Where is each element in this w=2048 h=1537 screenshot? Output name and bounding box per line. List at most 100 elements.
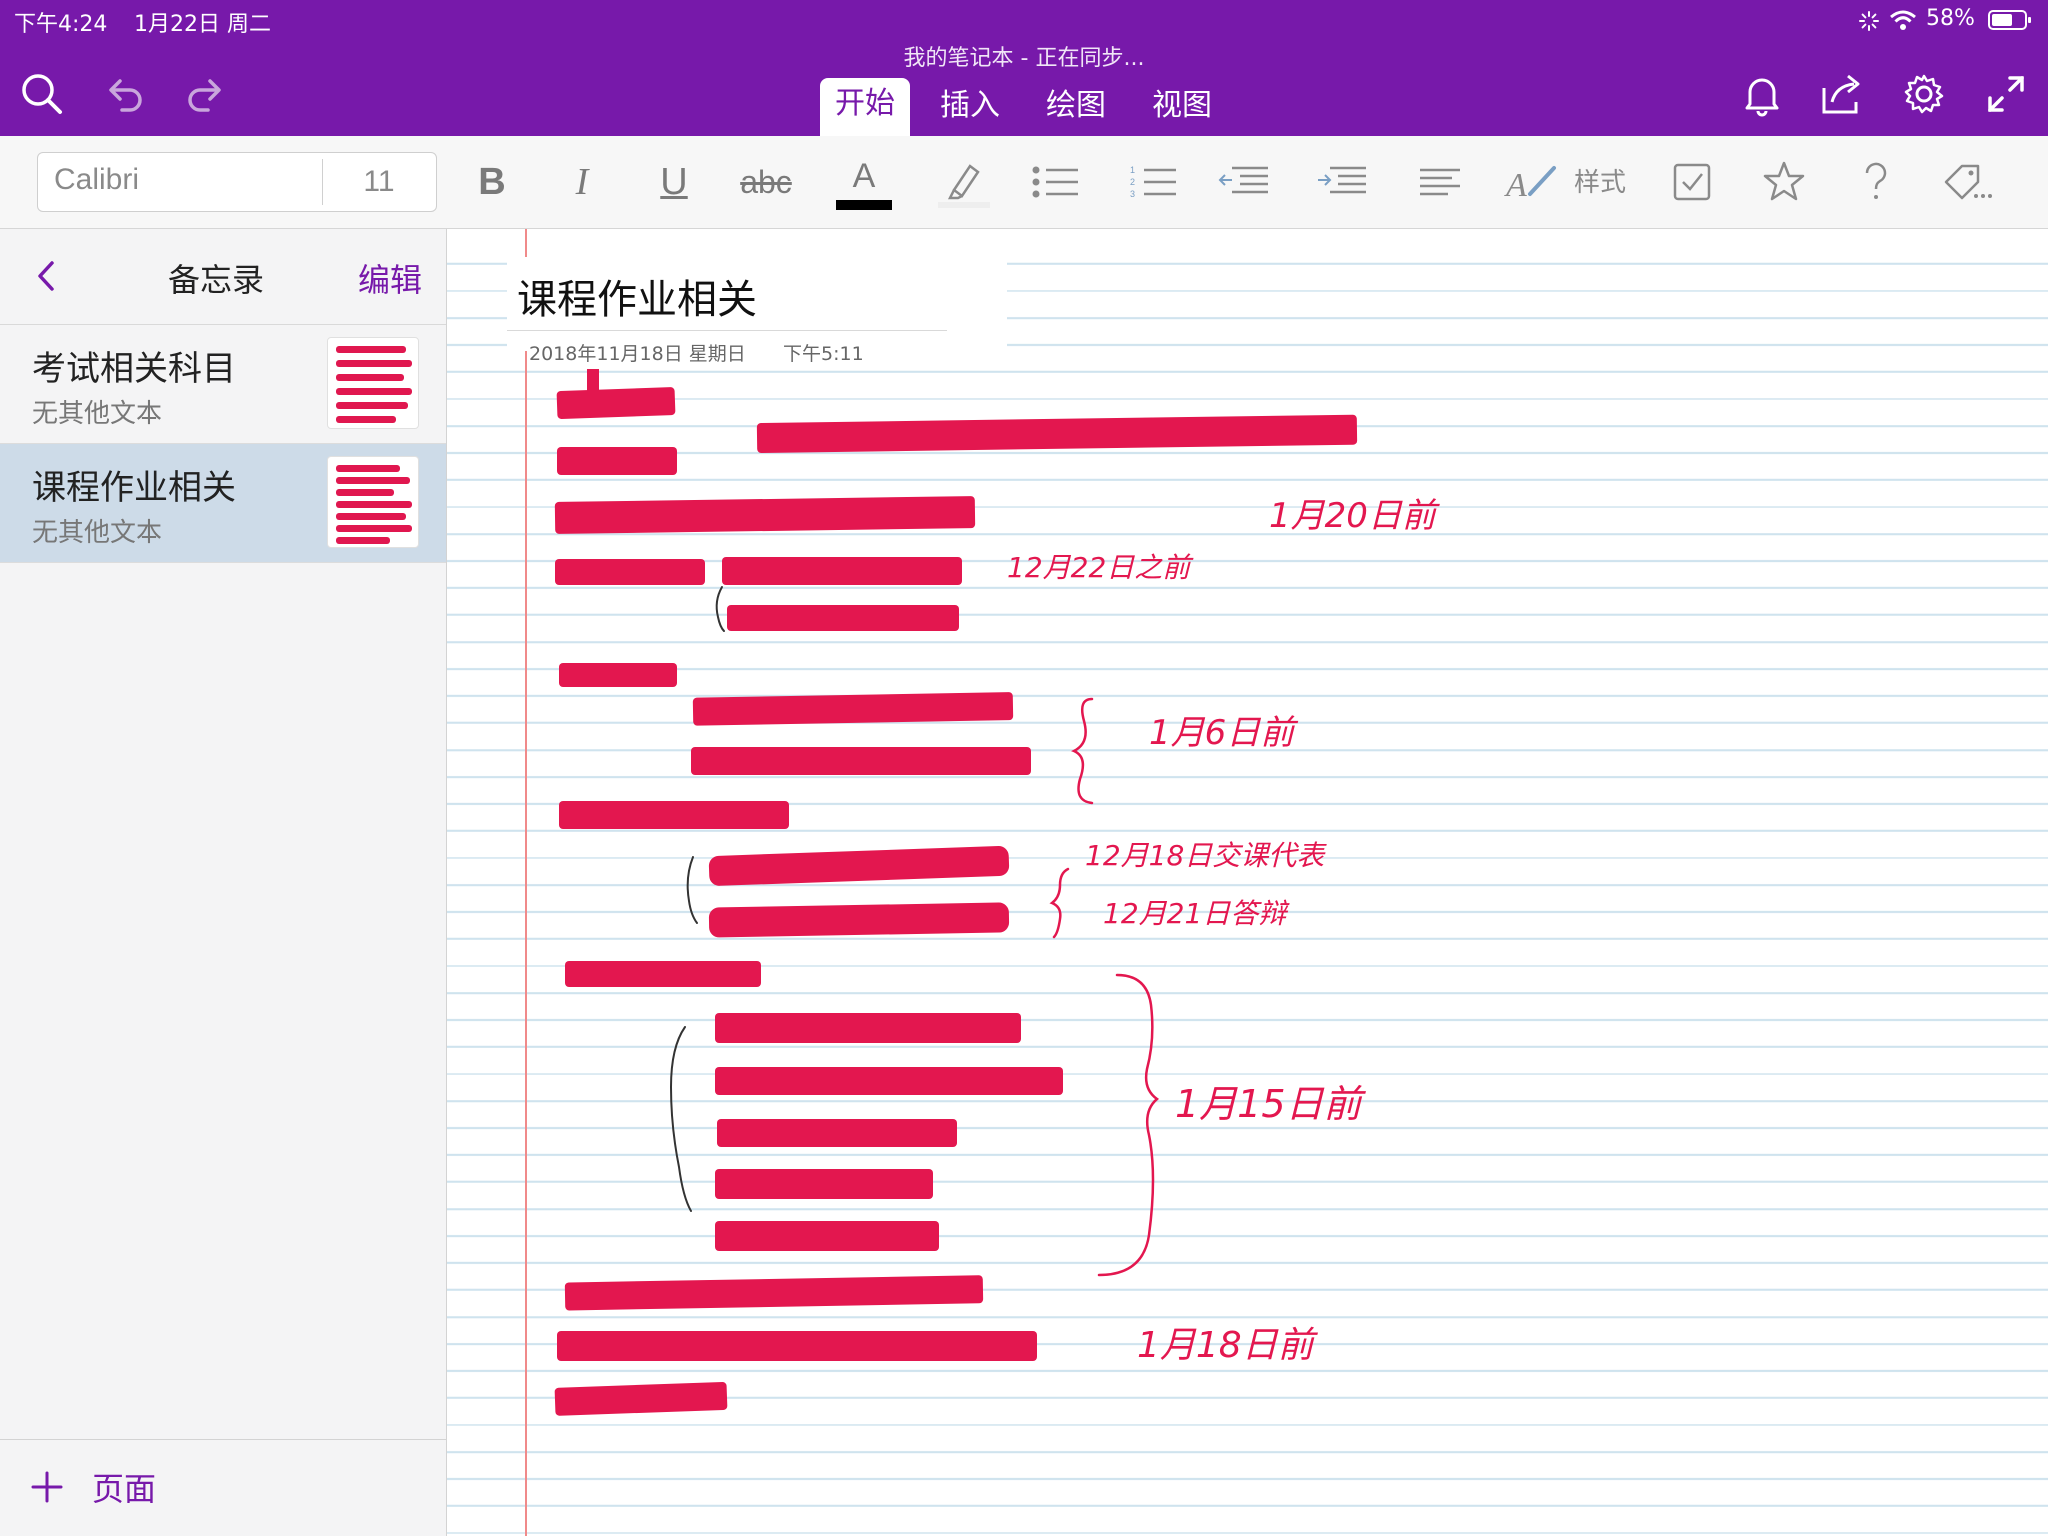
battery-icon bbox=[1988, 9, 2032, 31]
redacted-line bbox=[756, 414, 1358, 453]
underline-button[interactable]: U bbox=[648, 154, 700, 210]
align-left-icon bbox=[1420, 168, 1460, 196]
annotation-deadline: 1月20日前 bbox=[1269, 496, 1440, 536]
outdent-icon bbox=[1218, 166, 1268, 194]
annotation-deadline: 12月22日之前 bbox=[1007, 551, 1194, 584]
undo-icon[interactable] bbox=[100, 70, 148, 118]
strikethrough-button[interactable]: abc bbox=[736, 154, 796, 210]
redacted-line bbox=[555, 559, 705, 585]
question-tag-button[interactable] bbox=[1850, 154, 1902, 210]
share-icon[interactable] bbox=[1818, 70, 1866, 118]
highlighter-icon bbox=[938, 164, 990, 208]
page-item-title: 课程作业相关 bbox=[32, 468, 236, 508]
handwriting-ink-layer: 1月20日前 12月22日之前 1月6日前 12月18日交课代表 12月21日答… bbox=[554, 369, 1440, 1416]
bell-icon[interactable] bbox=[1738, 70, 1786, 118]
brace bbox=[1071, 697, 1094, 805]
outdent-button[interactable] bbox=[1218, 154, 1270, 210]
formatting-ribbon: Calibri 11 B I U abc A 1 2 3 A 样式 bbox=[0, 136, 2048, 229]
redacted-line bbox=[708, 846, 1010, 886]
important-tag-button[interactable] bbox=[1758, 154, 1810, 210]
redo-icon[interactable] bbox=[182, 70, 230, 118]
redacted-line bbox=[559, 663, 677, 687]
redacted-line bbox=[715, 1067, 1063, 1095]
annotation-deadline: 1月6日前 bbox=[1149, 713, 1298, 753]
add-page-button[interactable]: 页面 bbox=[92, 1464, 156, 1510]
redacted-line bbox=[557, 1331, 1037, 1361]
redacted-line bbox=[557, 447, 677, 475]
page-item-coursework[interactable]: 课程作业相关 无其他文本 bbox=[0, 444, 446, 563]
search-icon[interactable] bbox=[18, 70, 66, 118]
activity-icon bbox=[1858, 10, 1880, 32]
redacted-line bbox=[554, 496, 976, 534]
highlight-button[interactable] bbox=[936, 154, 992, 210]
bold-button[interactable]: B bbox=[466, 154, 518, 210]
svg-text:3: 3 bbox=[1130, 189, 1135, 199]
redacted-line bbox=[727, 605, 959, 631]
page-item-subtitle: 无其他文本 bbox=[32, 518, 163, 548]
font-color-swatch bbox=[836, 200, 892, 210]
todo-tag-button[interactable] bbox=[1666, 154, 1718, 210]
sidebar-header: 备忘录 编辑 bbox=[0, 229, 446, 325]
svg-text:A: A bbox=[1504, 167, 1527, 204]
page-item-subtitle: 无其他文本 bbox=[32, 399, 163, 429]
expand-icon[interactable] bbox=[1982, 70, 2030, 118]
page-item-exam-subjects[interactable]: 考试相关科目 无其他文本 bbox=[0, 325, 446, 444]
redacted-line bbox=[691, 747, 1031, 775]
redacted-line bbox=[715, 1221, 939, 1251]
tag-icon bbox=[1944, 164, 1992, 200]
annotation-deadline: 1月18日前 bbox=[1137, 1325, 1319, 1366]
wifi-icon bbox=[1888, 8, 1918, 32]
tab-insert[interactable]: 插入 bbox=[930, 80, 1010, 136]
bracket bbox=[669, 1026, 692, 1212]
redacted-line bbox=[554, 1382, 728, 1416]
edit-button[interactable]: 编辑 bbox=[358, 255, 422, 301]
redacted-line bbox=[692, 692, 1014, 726]
checkbox-icon bbox=[1673, 163, 1711, 201]
redacted-line bbox=[556, 387, 676, 419]
font-picker[interactable]: Calibri 11 bbox=[37, 152, 437, 212]
align-button[interactable] bbox=[1414, 154, 1466, 210]
styles-label: 样式 bbox=[1574, 167, 1627, 197]
star-icon bbox=[1763, 161, 1805, 201]
annotation-deadline: 1月15日前 bbox=[1175, 1082, 1367, 1126]
app-header: 下午4:24 1月22日 周二 58% 我的笔记本 - 正在同步... 开始 插… bbox=[0, 0, 2048, 136]
redacted-line bbox=[587, 369, 599, 393]
italic-button[interactable]: I bbox=[556, 154, 608, 210]
battery-percent: 58% bbox=[1926, 6, 1975, 31]
styles-brush-icon: A bbox=[1504, 166, 1556, 204]
font-name-field[interactable]: Calibri bbox=[54, 163, 139, 197]
status-date: 1月22日 周二 bbox=[134, 12, 271, 37]
bullet-list-icon bbox=[1032, 166, 1078, 198]
note-canvas[interactable]: 课程作业相关 2018年11月18日 星期日 下午5:11 1月20日前 12月… bbox=[447, 229, 2048, 1536]
redacted-line bbox=[715, 1013, 1021, 1043]
redacted-line bbox=[708, 902, 1010, 938]
numbered-list-button[interactable]: 1 2 3 bbox=[1128, 154, 1180, 210]
page-list-sidebar: 备忘录 编辑 考试相关科目 无其他文本 课程作业相关 无其他文本 页面 bbox=[0, 229, 447, 1536]
redacted-line bbox=[717, 1119, 957, 1147]
font-color-letter: A bbox=[852, 157, 876, 195]
redacted-line bbox=[564, 1275, 984, 1311]
styles-button[interactable]: A 样式 bbox=[1504, 154, 1638, 210]
settings-icon[interactable] bbox=[1900, 70, 1948, 118]
font-color-button[interactable]: A bbox=[836, 154, 892, 210]
svg-text:1: 1 bbox=[1130, 165, 1135, 175]
plus-icon[interactable] bbox=[30, 1470, 64, 1504]
bracket bbox=[715, 586, 725, 632]
redacted-line bbox=[715, 1169, 933, 1199]
tab-view[interactable]: 视图 bbox=[1142, 80, 1222, 136]
redacted-line bbox=[565, 961, 761, 987]
more-tags-button[interactable] bbox=[1940, 154, 1996, 210]
bracket bbox=[686, 856, 698, 924]
font-size-field[interactable]: 11 bbox=[322, 165, 436, 199]
svg-text:2: 2 bbox=[1130, 177, 1135, 187]
annotation-deadline: 12月18日交课代表 bbox=[1085, 839, 1327, 872]
status-time: 下午4:24 bbox=[14, 12, 108, 37]
indent-icon bbox=[1318, 166, 1366, 194]
indent-button[interactable] bbox=[1316, 154, 1368, 210]
page-item-title: 考试相关科目 bbox=[32, 349, 236, 389]
tab-home[interactable]: 开始 bbox=[820, 78, 910, 136]
question-icon bbox=[1865, 162, 1887, 199]
brace bbox=[1097, 973, 1160, 1277]
bullet-list-button[interactable] bbox=[1030, 154, 1082, 210]
tab-draw[interactable]: 绘图 bbox=[1036, 80, 1116, 136]
